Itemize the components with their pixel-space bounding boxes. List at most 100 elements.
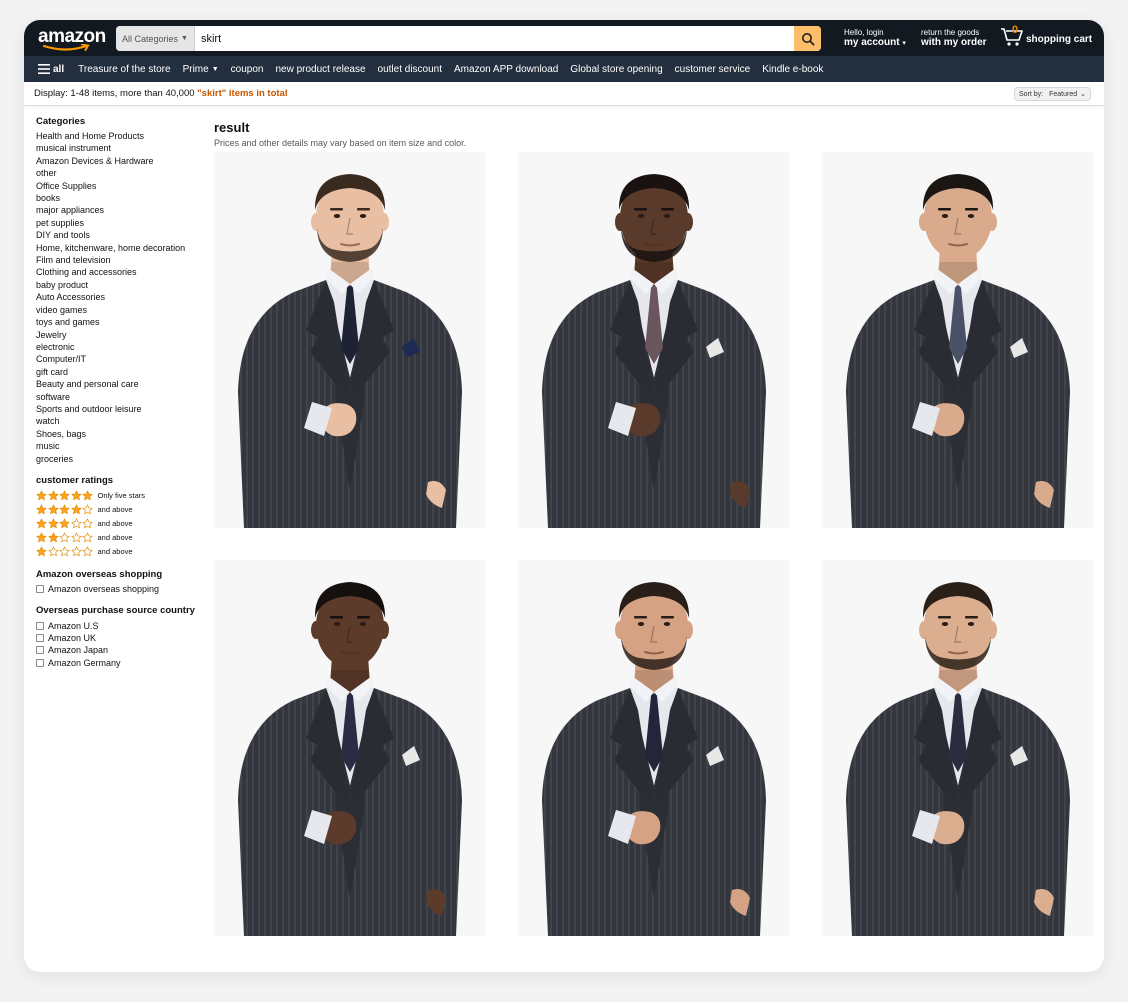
category-link[interactable]: Clothing and accessories [36, 266, 216, 278]
category-link[interactable]: Shoes, bags [36, 428, 216, 440]
source-country-checkbox-row[interactable]: Amazon UK [36, 632, 216, 644]
checkbox[interactable] [36, 585, 44, 594]
category-link[interactable]: software [36, 391, 216, 403]
category-link[interactable]: Amazon Devices & Hardware [36, 155, 216, 167]
overseas-heading: Amazon overseas shopping [36, 568, 163, 580]
star-rating [36, 546, 94, 557]
nav-item-new-release[interactable]: new product release [275, 64, 365, 75]
category-link[interactable]: Sports and outdoor leisure [36, 403, 216, 415]
amazon-logo[interactable]: amazon [36, 23, 116, 53]
product-image [846, 174, 1070, 528]
nav-item-global-store[interactable]: Global store opening [570, 64, 662, 75]
star-filled-icon [47, 532, 59, 543]
search-input[interactable] [194, 26, 794, 51]
source-country-label: Amazon U.S [48, 620, 99, 631]
source-country-checkbox-row[interactable]: Amazon Japan [36, 644, 216, 656]
rating-filter-2-stars[interactable]: and above [36, 531, 216, 545]
sort-label: Sort by: [1018, 90, 1044, 98]
category-link[interactable]: music [36, 440, 216, 452]
product-card[interactable] [518, 560, 790, 936]
nav-item-app-download[interactable]: Amazon APP download [454, 64, 558, 75]
rating-label: and above [97, 505, 133, 515]
star-empty-icon [82, 546, 93, 557]
source-country-checkbox-row[interactable]: Amazon Germany [36, 657, 216, 669]
rating-filter-4-stars[interactable]: and above [36, 503, 216, 517]
search-icon [801, 32, 815, 46]
search-button[interactable] [794, 26, 821, 51]
nav-item-coupon[interactable]: coupon [231, 64, 264, 75]
product-card[interactable] [518, 152, 790, 528]
product-card[interactable] [214, 152, 486, 528]
sort-dropdown[interactable]: Sort by: Featured ⌄ [1013, 87, 1091, 101]
star-rating [36, 518, 94, 529]
search-category-dropdown[interactable]: All Categories ▼ [116, 26, 195, 51]
orders-link[interactable]: return the goods with my order [921, 28, 987, 48]
star-rating [36, 504, 94, 515]
nav-item-treasure[interactable]: Treasure of the store [78, 64, 170, 75]
star-filled-icon [36, 518, 47, 529]
category-link[interactable]: other [36, 167, 216, 179]
category-link[interactable]: major appliances [36, 204, 216, 216]
search-category-label: All Categories [122, 33, 179, 44]
account-label: my account [844, 37, 900, 48]
checkbox[interactable] [36, 633, 44, 642]
hamburger-icon [38, 64, 50, 74]
category-link[interactable]: Film and television [36, 254, 216, 266]
overseas-checkbox-row[interactable]: Amazon overseas shopping [36, 583, 216, 595]
rating-label: and above [97, 533, 133, 543]
cart-count: 0 [1012, 24, 1019, 36]
nav-item-prime[interactable]: Prime ▼ [183, 64, 219, 75]
ratings-heading: customer ratings [36, 474, 114, 486]
checkbox[interactable] [36, 646, 44, 655]
rating-filter-3-stars[interactable]: and above [36, 517, 216, 531]
account-menu[interactable]: Hello, login my account ▾ [844, 28, 906, 49]
category-link[interactable]: Health and Home Products [36, 130, 216, 142]
results-query: "skirt" items in total [197, 88, 288, 99]
star-empty-icon [59, 546, 70, 557]
product-card[interactable] [822, 560, 1094, 936]
cart-button[interactable]: 0 shopping cart [1000, 24, 1092, 47]
category-link[interactable]: groceries [36, 453, 216, 465]
all-menu-button[interactable]: all [38, 64, 64, 75]
category-link[interactable]: musical instrument [36, 142, 216, 154]
category-link[interactable]: Beauty and personal care [36, 378, 216, 390]
star-filled-icon [47, 504, 59, 515]
category-link[interactable]: books [36, 192, 216, 204]
category-link[interactable]: Home, kitchenware, home decoration [36, 242, 216, 254]
category-link[interactable]: baby product [36, 279, 216, 291]
category-link[interactable]: Auto Accessories [36, 291, 216, 303]
category-link[interactable]: pet supplies [36, 217, 216, 229]
checkbox[interactable] [36, 658, 44, 667]
star-filled-icon [47, 518, 59, 529]
source-country-checkbox-row[interactable]: Amazon U.S [36, 619, 216, 631]
star-empty-icon [82, 532, 93, 543]
rating-label: and above [97, 547, 133, 557]
category-link[interactable]: watch [36, 415, 216, 427]
category-link[interactable]: Jewelry [36, 329, 216, 341]
category-link[interactable]: toys and games [36, 316, 216, 328]
star-empty-icon [70, 532, 82, 543]
star-filled-icon [70, 490, 82, 501]
star-rating [36, 532, 94, 543]
product-card[interactable] [214, 560, 486, 936]
rating-filter-5-stars[interactable]: Only five stars [36, 489, 216, 503]
category-link[interactable]: Office Supplies [36, 180, 216, 192]
category-link[interactable]: Computer/IT [36, 353, 216, 365]
star-filled-icon [36, 490, 47, 501]
nav-item-customer-service[interactable]: customer service [675, 64, 751, 75]
category-link[interactable]: video games [36, 304, 216, 316]
nav-item-outlet[interactable]: outlet discount [378, 64, 443, 75]
product-image [238, 582, 462, 936]
star-filled-icon [36, 504, 47, 515]
smile-arrow-icon [42, 44, 90, 51]
checkbox[interactable] [36, 621, 44, 630]
sub-navbar: all Treasure of the store Prime ▼ coupon… [24, 56, 1104, 82]
nav-item-kindle[interactable]: Kindle e-book [762, 64, 823, 75]
category-link[interactable]: DIY and tools [36, 229, 216, 241]
category-link[interactable]: electronic [36, 341, 216, 353]
product-card[interactable] [822, 152, 1094, 528]
star-filled-icon [36, 532, 47, 543]
star-filled-icon [82, 490, 93, 501]
rating-filter-1-stars[interactable]: and above [36, 545, 216, 559]
category-link[interactable]: gift card [36, 366, 216, 378]
